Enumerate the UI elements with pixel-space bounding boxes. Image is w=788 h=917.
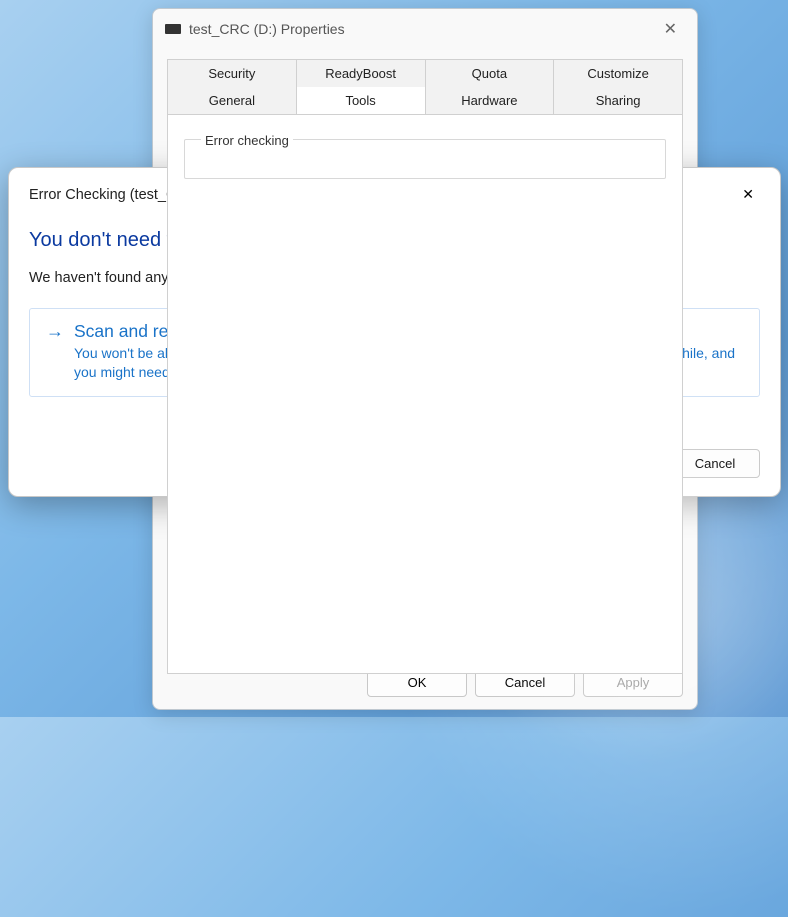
tab-quota[interactable]: Quota	[426, 59, 555, 87]
properties-close-button[interactable]: ✕	[656, 15, 685, 43]
error-dialog-cancel-button[interactable]: Cancel	[670, 449, 760, 478]
properties-titlebar: test_CRC (D:) Properties ✕	[153, 9, 697, 49]
tab-general[interactable]: General	[167, 87, 297, 114]
tab-content-tools: Error checking	[167, 114, 683, 674]
tab-area: Security ReadyBoost Quota Customize Gene…	[153, 49, 697, 674]
error-dialog-close-button[interactable]: ✕	[736, 184, 760, 205]
tab-security[interactable]: Security	[167, 59, 297, 87]
tab-row-2: General Tools Hardware Sharing	[167, 87, 683, 114]
tab-readyboost[interactable]: ReadyBoost	[297, 59, 426, 87]
tab-tools[interactable]: Tools	[297, 87, 426, 114]
error-checking-group-label: Error checking	[201, 133, 293, 148]
tab-hardware[interactable]: Hardware	[426, 87, 555, 114]
properties-window: test_CRC (D:) Properties ✕ Security Read…	[152, 8, 698, 710]
error-dialog-button-row: Cancel	[670, 449, 760, 478]
drive-icon	[165, 24, 181, 34]
arrow-right-icon: →	[46, 321, 64, 343]
error-checking-group: Error checking	[184, 139, 666, 179]
tab-customize[interactable]: Customize	[554, 59, 683, 87]
properties-title: test_CRC (D:) Properties	[189, 21, 345, 37]
tab-sharing[interactable]: Sharing	[554, 87, 683, 114]
tab-row-1: Security ReadyBoost Quota Customize	[167, 59, 683, 87]
